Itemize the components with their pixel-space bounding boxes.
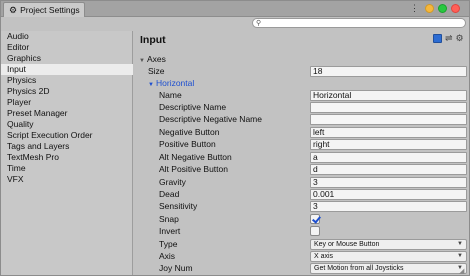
horizontal-foldout[interactable]: ▼ Horizontal xyxy=(148,78,194,89)
descriptive-name-field[interactable] xyxy=(310,102,467,113)
tab-title: Project Settings xyxy=(20,5,80,15)
size-label: Size xyxy=(148,66,165,76)
sidebar-item-player[interactable]: Player xyxy=(1,97,133,108)
gravity-field[interactable]: 3 xyxy=(310,177,467,188)
tab-project-settings[interactable]: ⚙ Project Settings xyxy=(3,2,85,17)
help-book-icon[interactable] xyxy=(433,34,442,43)
descriptive-negative-name-field[interactable] xyxy=(310,114,467,125)
settings-gear-icon: ⚙ xyxy=(9,4,18,15)
sensitivity-field[interactable]: 3 xyxy=(310,201,467,212)
horizontal-label: Horizontal xyxy=(156,78,195,88)
sidebar-item-script-execution-order[interactable]: Script Execution Order xyxy=(1,130,133,141)
sidebar-item-editor[interactable]: Editor xyxy=(1,42,133,53)
joy-num-label: Joy Num xyxy=(159,263,193,273)
settings-gear-icon[interactable]: ⚙ xyxy=(456,34,464,43)
sidebar-item-audio[interactable]: Audio xyxy=(1,31,133,42)
dead-field[interactable]: 0.001 xyxy=(310,189,467,200)
search-icon: ⚲ xyxy=(256,19,262,27)
negative-button-label: Negative Button xyxy=(159,127,220,137)
joy-num-value: Get Motion from all Joysticks xyxy=(314,265,404,272)
sidebar-item-graphics[interactable]: Graphics xyxy=(1,53,133,64)
type-label: Type xyxy=(159,239,178,249)
sidebar-item-vfx[interactable]: VFX xyxy=(1,174,133,185)
type-dropdown[interactable]: Key or Mouse Button ▼ xyxy=(310,239,467,250)
sidebar-item-physics[interactable]: Physics xyxy=(1,75,133,86)
positive-button-label: Positive Button xyxy=(159,139,216,149)
size-field[interactable]: 18 xyxy=(310,66,467,77)
close-button[interactable] xyxy=(451,4,460,13)
input-settings-panel: Input ⇌ ⚙ ▼ Axes Size 18 ▼ Horizontal Name… xyxy=(134,31,469,275)
sidebar-item-input[interactable]: Input xyxy=(1,64,133,75)
gravity-label: Gravity xyxy=(159,177,186,187)
axes-foldout[interactable]: ▼ Axes xyxy=(139,54,166,65)
name-field[interactable]: Horizontal xyxy=(310,90,467,101)
positive-button-field[interactable]: right xyxy=(310,139,467,150)
invert-checkbox[interactable] xyxy=(310,226,320,236)
joy-num-dropdown[interactable]: Get Motion from all Joysticks ▼ xyxy=(310,263,467,274)
minimize-button[interactable] xyxy=(425,4,434,13)
type-value: Key or Mouse Button xyxy=(314,241,380,248)
descriptive-negative-name-label: Descriptive Negative Name xyxy=(159,114,262,124)
sidebar-item-physics-2d[interactable]: Physics 2D xyxy=(1,86,133,97)
presets-sliders-icon[interactable]: ⇌ xyxy=(445,34,453,43)
snap-checkbox[interactable] xyxy=(310,214,320,224)
alt-negative-button-field[interactable]: a xyxy=(310,152,467,163)
page-title: Input xyxy=(140,34,166,46)
maximize-button[interactable] xyxy=(438,4,447,13)
invert-label: Invert xyxy=(159,226,181,236)
sidebar-item-time[interactable]: Time xyxy=(1,163,133,174)
axis-value: X axis xyxy=(314,253,334,260)
settings-sidebar: Audio Editor Graphics Input Physics Phys… xyxy=(1,31,133,275)
resize-handle-icon[interactable]: ◢ xyxy=(459,267,464,275)
sidebar-item-preset-manager[interactable]: Preset Manager xyxy=(1,108,133,119)
foldout-triangle-icon: ▼ xyxy=(148,82,154,88)
name-label: Name xyxy=(159,90,182,100)
sidebar-item-tags-and-layers[interactable]: Tags and Layers xyxy=(1,141,133,152)
dead-label: Dead xyxy=(159,189,180,199)
axis-label: Axis xyxy=(159,251,176,261)
search-input[interactable]: ⚲ xyxy=(252,18,466,28)
sidebar-item-quality[interactable]: Quality xyxy=(1,119,133,130)
negative-button-field[interactable]: left xyxy=(310,127,467,138)
alt-positive-button-label: Alt Positive Button xyxy=(159,164,228,174)
snap-label: Snap xyxy=(159,214,179,224)
project-settings-window: ⚙ Project Settings ⋮ ⚲ Audio Editor Grap… xyxy=(0,0,470,276)
chevron-down-icon: ▼ xyxy=(457,253,463,259)
sensitivity-label: Sensitivity xyxy=(159,201,198,211)
descriptive-name-label: Descriptive Name xyxy=(159,102,227,112)
chevron-down-icon: ▼ xyxy=(457,241,463,247)
axis-dropdown[interactable]: X axis ▼ xyxy=(310,251,467,262)
axes-label: Axes xyxy=(147,54,166,64)
menu-dots-icon[interactable]: ⋮ xyxy=(410,3,419,14)
alt-positive-button-field[interactable]: d xyxy=(310,164,467,175)
foldout-triangle-icon: ▼ xyxy=(139,58,145,64)
title-bar: ⚙ Project Settings ⋮ xyxy=(1,1,469,17)
alt-negative-button-label: Alt Negative Button xyxy=(159,152,232,162)
panel-header-icons: ⇌ ⚙ xyxy=(433,34,464,43)
sidebar-item-textmesh-pro[interactable]: TextMesh Pro xyxy=(1,152,133,163)
